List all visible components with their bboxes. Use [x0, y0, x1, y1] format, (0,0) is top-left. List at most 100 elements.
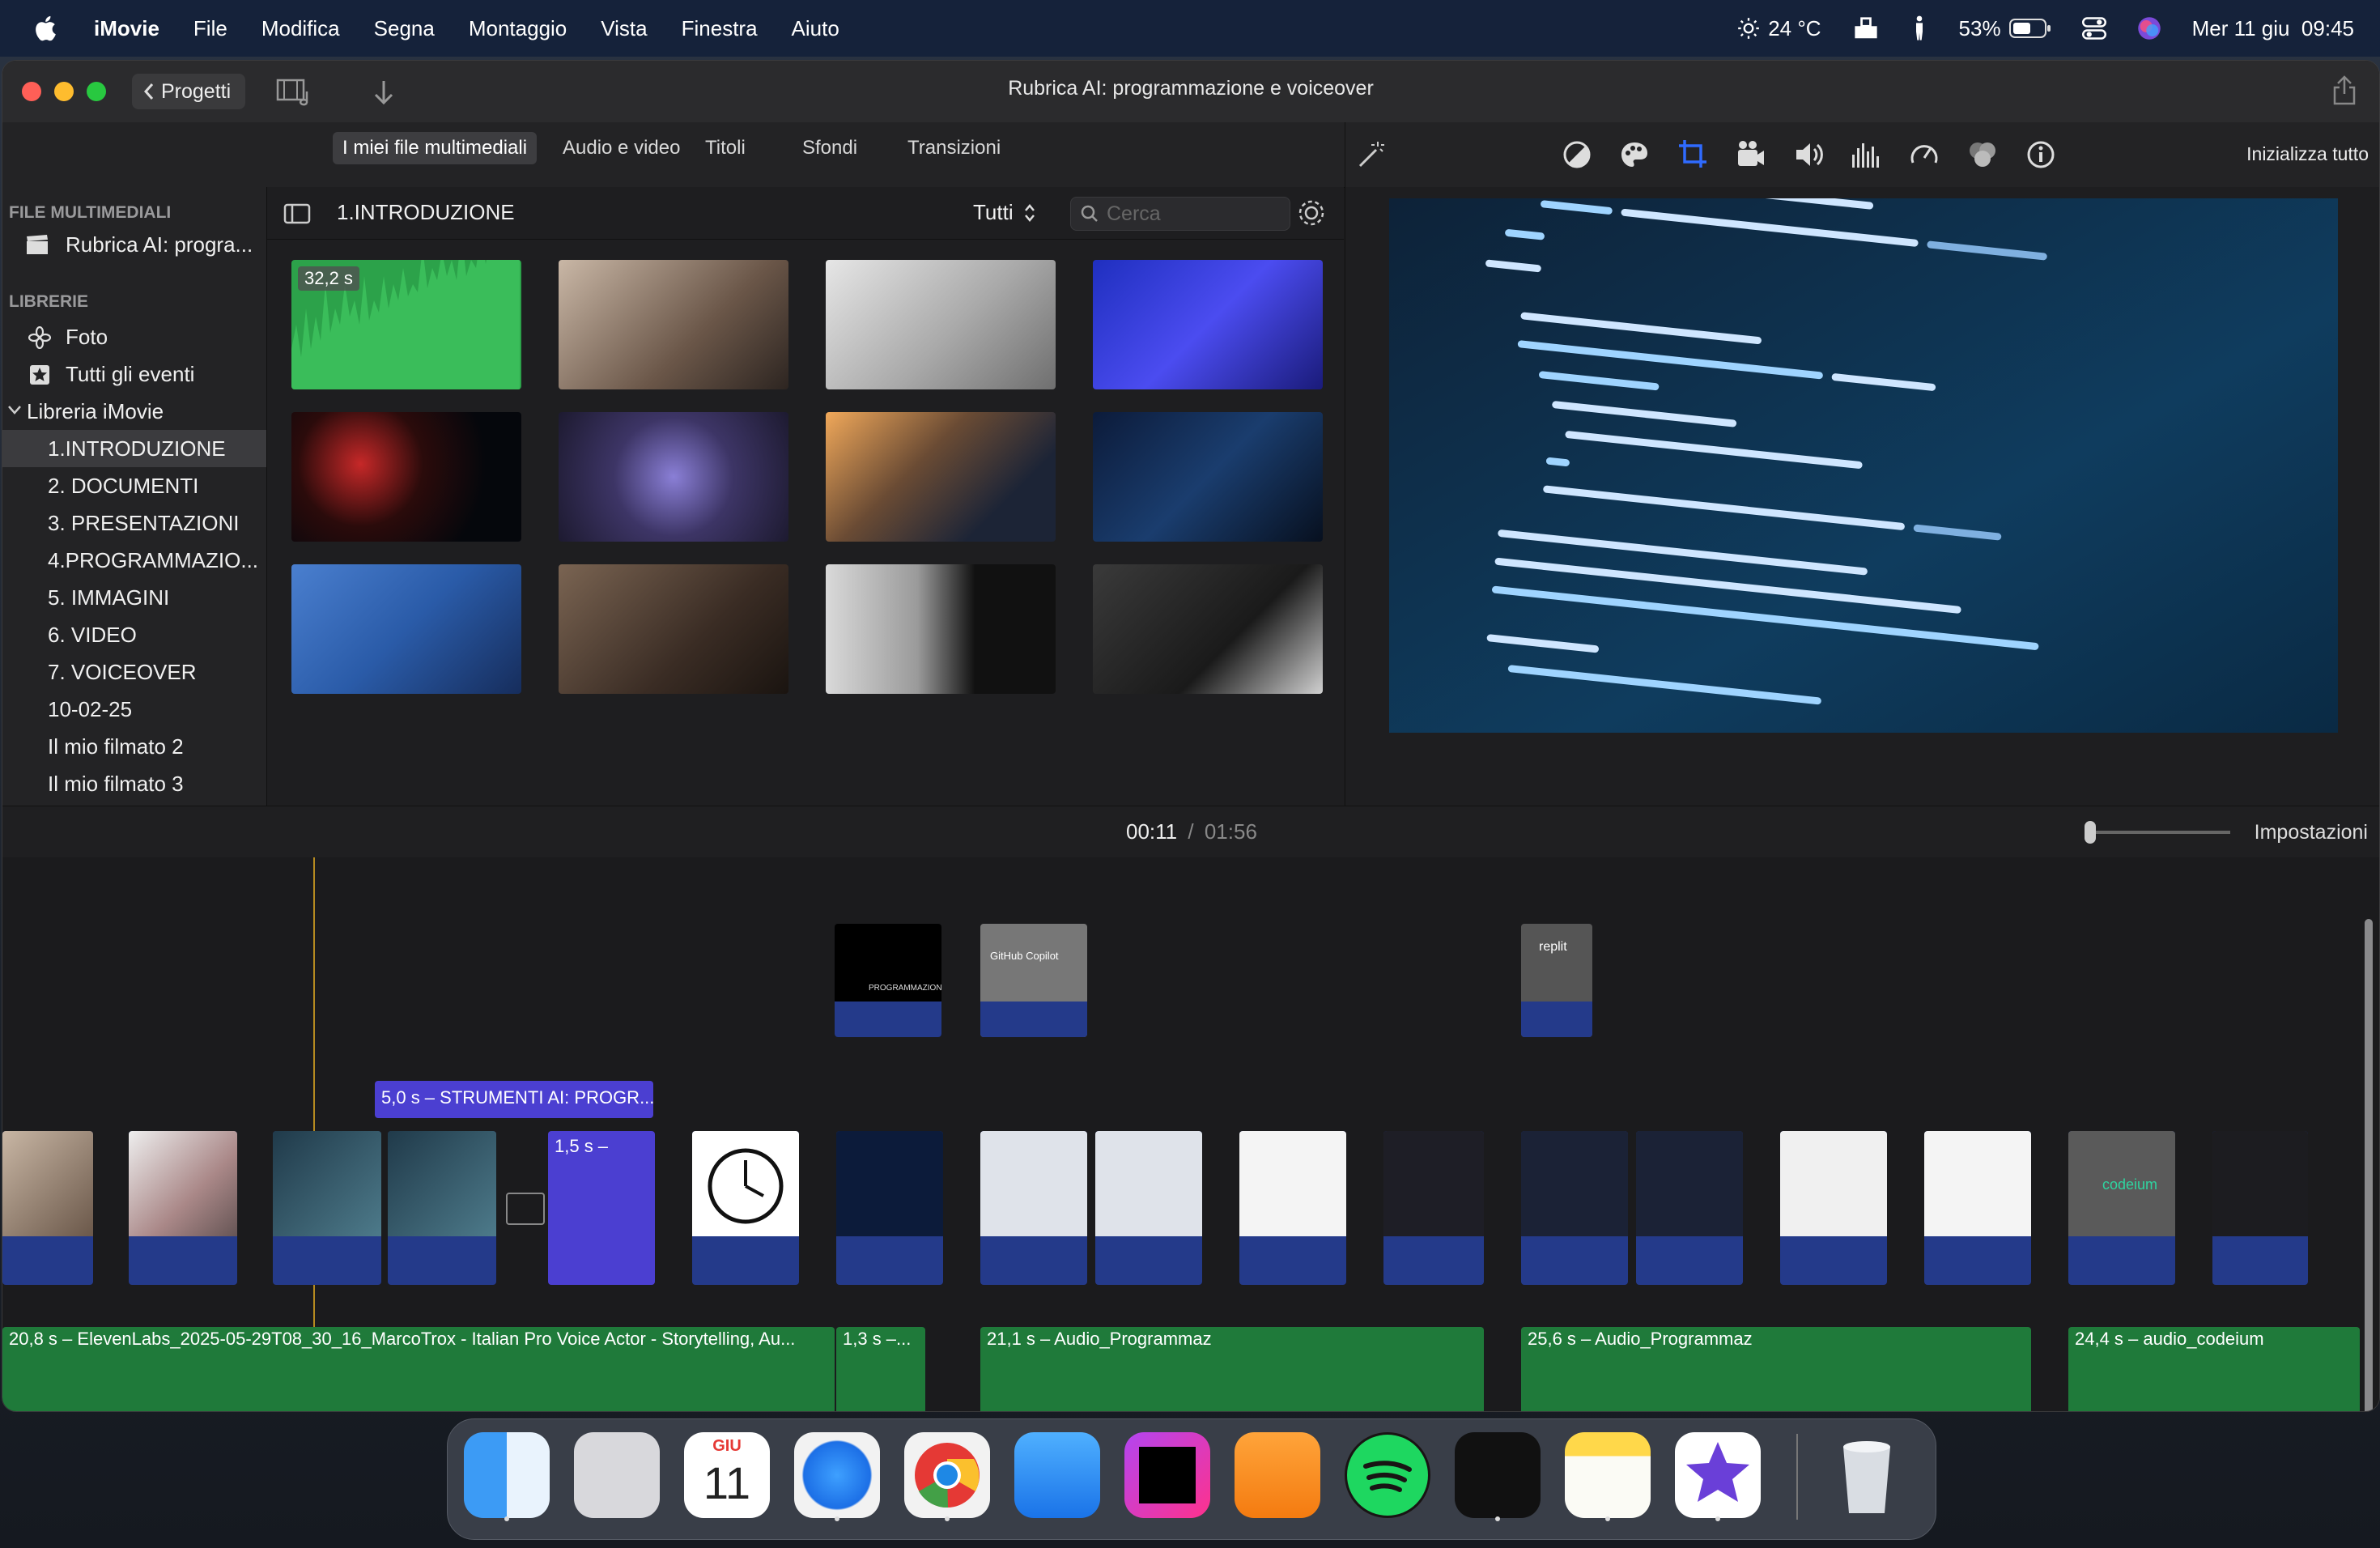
- siri-icon[interactable]: [2137, 16, 2161, 40]
- share-icon[interactable]: [2332, 75, 2357, 106]
- sidebar-event-4[interactable]: 4.PROGRAMMAZIO...: [48, 548, 258, 573]
- transition-icon[interactable]: [506, 1193, 545, 1225]
- vertical-scrollbar[interactable]: [2365, 919, 2373, 1411]
- menu-montaggio[interactable]: Montaggio: [469, 16, 567, 41]
- audio-clip-elevenlabs[interactable]: 20,8 s – ElevenLabs_2025-05-29T08_30_16_…: [2, 1327, 835, 1411]
- speed-icon[interactable]: [1909, 140, 1940, 169]
- menu-finestra[interactable]: Finestra: [682, 16, 758, 41]
- media-thumbnail-tablet-night[interactable]: [826, 412, 1056, 542]
- filter-select[interactable]: Tutti: [973, 200, 1036, 225]
- title-clip[interactable]: 5,0 s – STRUMENTI AI: PROGR...: [375, 1081, 654, 1118]
- tab-titles[interactable]: Titoli: [695, 132, 755, 164]
- video-clip-dark-2[interactable]: [1636, 1131, 1743, 1285]
- sidebar-event-10[interactable]: Il mio filmato 3: [48, 772, 184, 797]
- magic-wand-icon[interactable]: [1354, 138, 1386, 171]
- zoom-slider-thumb[interactable]: [2085, 821, 2096, 844]
- dock-finder[interactable]: [464, 1432, 550, 1521]
- dock-safari[interactable]: [794, 1432, 880, 1521]
- video-clip-screen-4[interactable]: [1780, 1131, 1887, 1285]
- media-thumbnail-audio[interactable]: 32,2 s: [291, 260, 521, 389]
- display-share-icon[interactable]: [1852, 16, 1880, 40]
- purple-clip[interactable]: 1,5 s –: [548, 1131, 655, 1285]
- connected-clip-github-copilot[interactable]: GitHub Copilot: [980, 924, 1087, 1037]
- video-clip-screen-6[interactable]: [2212, 1131, 2308, 1285]
- menubar-clock[interactable]: Mer 11 giu 09:45: [2192, 16, 2354, 41]
- reset-all-button[interactable]: Inizializza tutto: [2246, 143, 2369, 165]
- sidebar-event-7[interactable]: 7. VOICEOVER: [48, 660, 197, 685]
- dock-calendar[interactable]: GIU 11: [684, 1432, 770, 1518]
- filters-icon[interactable]: [1967, 140, 1998, 169]
- sidebar-item-project[interactable]: Rubrica AI: progra...: [66, 232, 253, 257]
- media-thumbnail-woman-ai[interactable]: [291, 564, 521, 694]
- equalizer-icon[interactable]: [1851, 140, 1883, 169]
- playhead[interactable]: [313, 857, 315, 1376]
- media-thumbnail-phone-hands[interactable]: [559, 260, 788, 389]
- audio-clip-programmaz-1[interactable]: 21,1 s – Audio_Programmaz: [980, 1327, 1484, 1411]
- dock-webex[interactable]: [1455, 1432, 1541, 1521]
- sidebar-toggle-icon[interactable]: [283, 203, 311, 224]
- media-thumbnail-robot-arm[interactable]: [826, 260, 1056, 389]
- media-thumbnail-code-screen[interactable]: [1093, 412, 1323, 542]
- media-thumbnail-chess-robot[interactable]: [1093, 564, 1323, 694]
- stabilization-camera-icon[interactable]: [1736, 140, 1766, 169]
- sidebar-event-2[interactable]: 2. DOCUMENTI: [48, 474, 198, 499]
- video-clip-screen-5[interactable]: [1924, 1131, 2031, 1285]
- video-clip-screen-1[interactable]: [980, 1131, 1087, 1285]
- dock-spotify[interactable]: [1345, 1432, 1430, 1518]
- connected-clip-programmazione[interactable]: PROGRAMMAZIONE: [835, 924, 941, 1037]
- battery-status[interactable]: 53%: [1959, 16, 2051, 41]
- media-thumbnail-ai-chip[interactable]: [559, 412, 788, 542]
- video-clip-editor-dark[interactable]: [1383, 1131, 1484, 1285]
- dock-launchpad[interactable]: [574, 1432, 660, 1518]
- menu-segna[interactable]: Segna: [374, 16, 435, 41]
- tab-my-media[interactable]: I miei file multimediali: [333, 132, 538, 164]
- media-thumbnail-artificial-intelligence[interactable]: [291, 412, 521, 542]
- video-clip-screen-2[interactable]: [1095, 1131, 1202, 1285]
- color-correction-icon[interactable]: [1619, 140, 1650, 169]
- video-clip-clock[interactable]: [692, 1131, 799, 1285]
- sidebar-event-6[interactable]: 6. VIDEO: [48, 623, 137, 648]
- sidebar-event-5[interactable]: 5. IMMAGINI: [48, 585, 169, 610]
- timeline-settings-button[interactable]: Impostazioni: [2255, 821, 2368, 844]
- weather-status[interactable]: 24 °C: [1737, 16, 1821, 41]
- menu-vista[interactable]: Vista: [601, 16, 647, 41]
- video-clip-dark-1[interactable]: [1521, 1131, 1628, 1285]
- menu-file[interactable]: File: [193, 16, 227, 41]
- search-field[interactable]: Cerca: [1070, 197, 1290, 231]
- zoom-slider[interactable]: [2085, 821, 2230, 844]
- gear-icon[interactable]: [1297, 198, 1326, 228]
- dock-pages[interactable]: [1235, 1432, 1320, 1518]
- media-thumbnail-white-robot[interactable]: [826, 564, 1056, 694]
- info-icon[interactable]: [2025, 140, 2056, 169]
- dock-mail[interactable]: [1014, 1432, 1100, 1518]
- connected-clip-replit[interactable]: replit: [1521, 924, 1592, 1037]
- dock-trash[interactable]: [1824, 1432, 1910, 1518]
- menu-app-imovie[interactable]: iMovie: [94, 16, 159, 41]
- sidebar-item-library[interactable]: Libreria iMovie: [27, 399, 164, 424]
- video-clip-screen-3[interactable]: [1239, 1131, 1346, 1285]
- tab-backgrounds[interactable]: Sfondi: [793, 132, 867, 164]
- dock-imovie[interactable]: [1675, 1432, 1761, 1521]
- apple-icon[interactable]: [32, 14, 62, 43]
- crop-icon[interactable]: [1677, 138, 1708, 169]
- audio-clip-short[interactable]: 1,3 s –...: [836, 1327, 925, 1411]
- chevron-down-icon[interactable]: [7, 404, 22, 415]
- sidebar-item-photos[interactable]: Foto: [66, 325, 108, 350]
- sidebar-item-all-events[interactable]: Tutti gli eventi: [66, 362, 194, 387]
- video-clip-2[interactable]: [129, 1131, 237, 1285]
- media-thumbnail-kids-robot[interactable]: [559, 564, 788, 694]
- video-clip-codeium[interactable]: codeium: [2068, 1131, 2175, 1285]
- control-center-icon[interactable]: [2081, 17, 2106, 40]
- menu-aiuto[interactable]: Aiuto: [792, 16, 839, 41]
- dock-phpstorm[interactable]: [1124, 1432, 1210, 1518]
- video-clip-3[interactable]: [273, 1131, 381, 1285]
- volume-icon[interactable]: [1794, 140, 1825, 169]
- menu-modifica[interactable]: Modifica: [261, 16, 340, 41]
- video-clip-4[interactable]: [388, 1131, 496, 1285]
- sidebar-event-3[interactable]: 3. PRESENTAZIONI: [48, 511, 239, 536]
- tab-audio-video[interactable]: Audio e video: [553, 132, 690, 164]
- sidebar-event-1[interactable]: 1.INTRODUZIONE: [48, 436, 226, 461]
- dock-notes[interactable]: [1565, 1432, 1651, 1521]
- dock-chrome[interactable]: [904, 1432, 990, 1521]
- video-clip-code-1[interactable]: [836, 1131, 943, 1285]
